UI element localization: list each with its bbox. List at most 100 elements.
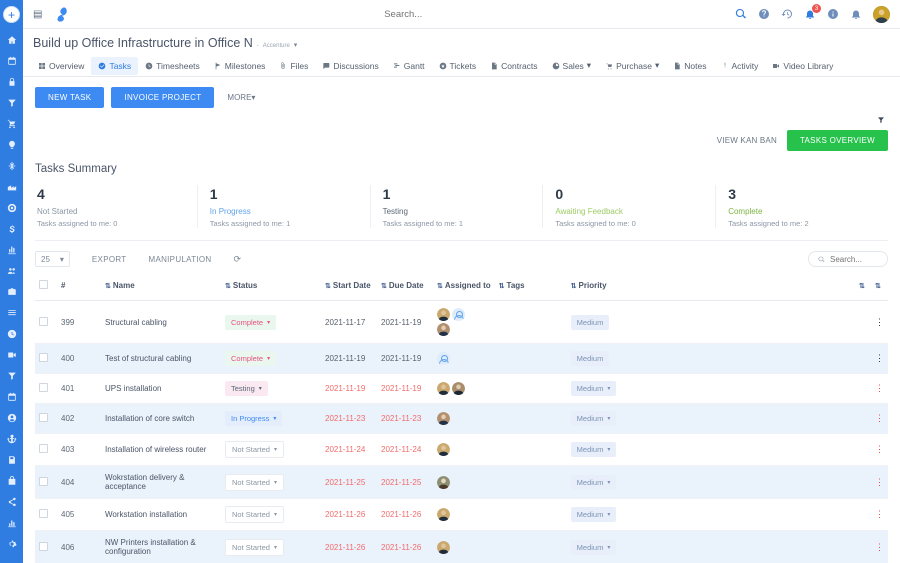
assignee-avatar[interactable] [437,475,450,489]
priority-badge[interactable]: Medium ▾ [570,539,617,555]
table-row[interactable]: 405 Workstation installation Not Started ▾ 2… [35,498,888,532]
search-input[interactable] [273,8,534,20]
row-checkbox[interactable] [39,476,48,486]
tab-timesheets[interactable]: Timesheets [138,57,207,75]
priority-badge[interactable]: Medium [570,314,610,330]
summary-cell-complete[interactable]: 3 Complete Tasks assigned to me: 2 [715,185,888,229]
priority-badge[interactable]: Medium ▾ [570,411,617,427]
priority-badge[interactable]: Medium [570,351,610,367]
priority-badge[interactable]: Medium ▾ [570,507,617,523]
new-task-button[interactable]: NEW TASK [35,87,105,108]
more-dropdown[interactable]: MORE▾ [227,93,255,102]
assignee-avatar[interactable] [437,308,450,322]
column-header-#[interactable]: # [57,271,101,302]
notification-icon[interactable] [850,8,862,20]
row-name[interactable]: Test of structural cabling [101,343,221,375]
users-group-icon[interactable] [0,260,23,281]
history-icon[interactable] [781,8,793,20]
status-badge[interactable]: Complete ▾ [225,314,277,330]
priority-badge[interactable]: Medium ▾ [570,442,617,458]
table-row[interactable]: 402 Installation of core switch In Progres… [35,403,888,435]
assignee-avatar[interactable] [437,508,450,522]
bar-chart-icon[interactable] [0,239,23,260]
user-avatar[interactable] [873,5,890,23]
row-checkbox[interactable] [39,316,48,326]
status-badge[interactable]: In Progress ▾ [225,411,283,427]
status-badge[interactable]: Not Started ▾ [225,538,284,556]
anchor-icon[interactable] [0,428,23,449]
funnel-icon[interactable] [0,92,23,113]
priority-badge[interactable]: Medium ▾ [570,381,617,397]
brand-logo-icon[interactable] [54,6,71,23]
sort-icon[interactable]: ⇅ [875,283,881,290]
column-header-name[interactable]: ⇅ Name [101,271,221,302]
view-kanban-link[interactable]: VIEW KAN BAN [717,136,777,145]
tab-gantt[interactable]: Gantt [386,57,432,75]
tasks-overview-button[interactable]: TASKS OVERVIEW [786,130,888,151]
summary-cell-testing[interactable]: 1 Testing Tasks assigned to me: 1 [369,185,543,229]
assignee-avatar[interactable] [437,323,450,337]
invoice-project-button[interactable]: INVOICE PROJECT [111,87,215,108]
snowflake-icon[interactable] [0,155,23,176]
assignee-avatar[interactable] [437,412,450,426]
column-header-priority[interactable]: ⇅ Priority [566,271,855,302]
sort-icon[interactable]: ⇅ [381,283,387,290]
table-search-input[interactable] [830,254,878,264]
row-checkbox[interactable] [39,444,48,454]
row-menu-icon[interactable]: ⋮ [871,530,888,563]
manipulation-button[interactable]: MANIPULATION [148,255,211,264]
tab-tasks[interactable]: Tasks [91,56,139,75]
refresh-icon[interactable]: ⟳ [234,254,242,265]
tab-purchase[interactable]: Purchase ▾ [598,57,666,75]
column-header-blank-8[interactable]: ⇅ [855,271,871,302]
status-badge[interactable]: Complete ▾ [225,351,277,367]
project-dropdown-caret[interactable]: ▾ [294,41,298,49]
lock-icon[interactable] [0,71,23,92]
row-checkbox[interactable] [39,353,48,363]
table-search[interactable] [808,251,888,268]
row-name[interactable]: Wokrstation delivery & acceptance [101,465,221,500]
row-name[interactable]: Structural cabling [101,300,221,345]
tab-video-library[interactable]: Video Library [765,57,840,75]
page-length-select[interactable]: 25 ▾ [35,251,70,268]
status-badge[interactable]: Not Started ▾ [225,473,284,491]
table-row[interactable]: 404 Wokrstation delivery & acceptance Not … [35,465,888,500]
home-icon[interactable] [0,29,23,50]
filter-icon[interactable] [0,365,23,386]
row-name[interactable]: Installation of core switch [101,403,221,435]
tab-sales[interactable]: Sales ▾ [545,57,599,75]
sort-icon[interactable]: ⇅ [859,283,865,290]
sort-icon[interactable]: ⇅ [499,283,505,290]
priority-badge[interactable]: Medium ▾ [570,474,617,490]
assignee-avatar[interactable] [437,540,450,554]
share-icon[interactable] [0,491,23,512]
cart-icon[interactable] [0,113,23,134]
target-icon[interactable] [0,197,23,218]
row-menu-icon[interactable]: ⋮ [871,465,888,500]
document-icon[interactable]: ▤ [33,9,42,20]
summary-cell-awaiting-feedback[interactable]: 0 Awaiting Feedback Tasks assigned to me: … [542,185,715,229]
tab-discussions[interactable]: Discussions [315,57,385,75]
row-checkbox[interactable] [39,413,48,423]
clock-icon[interactable] [0,323,23,344]
list-icon[interactable] [0,302,23,323]
status-badge[interactable]: Testing ▾ [225,381,268,397]
summary-cell-in-progress[interactable]: 1 In Progress Tasks assigned to me: 1 [196,185,370,229]
row-name[interactable]: NW Printers installation & configuration [101,530,221,563]
row-checkbox[interactable] [39,383,48,393]
column-header-start-date[interactable]: ⇅ Start Date [321,271,377,302]
dollar-icon[interactable] [0,218,23,239]
row-menu-icon[interactable]: ⋮ [871,343,888,375]
row-menu-icon[interactable]: ⋮ [871,300,888,345]
row-menu-icon[interactable]: ⋮ [871,433,888,467]
row-name[interactable]: Installation of wireless router [101,433,221,467]
sort-icon[interactable]: ⇅ [325,283,331,290]
assignee-avatar[interactable] [437,382,450,396]
chart-icon[interactable] [0,512,23,533]
tab-contracts[interactable]: Contracts [483,57,544,75]
bell-alert-icon[interactable]: 3 [804,4,821,20]
row-checkbox[interactable] [39,541,48,551]
global-search[interactable] [81,8,725,20]
assignee-avatar[interactable] [452,382,465,396]
status-badge[interactable]: Not Started ▾ [225,441,284,459]
